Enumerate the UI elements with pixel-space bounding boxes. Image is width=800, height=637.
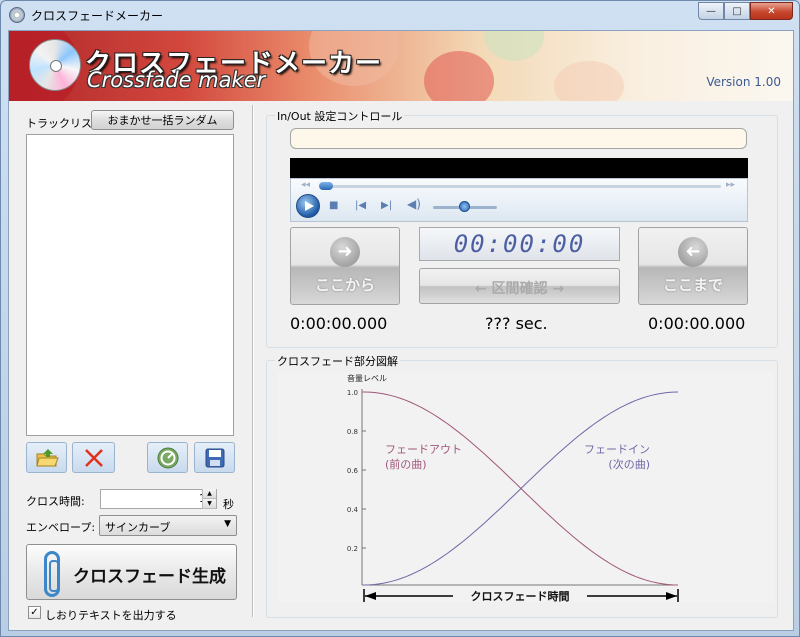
- generate-label: クロスフェード生成: [73, 567, 226, 587]
- arrow-right-icon: [666, 592, 677, 600]
- delete-button[interactable]: [72, 442, 115, 473]
- end-time-label: 0:00:00.000: [648, 314, 746, 333]
- envelope-select[interactable]: サインカーブ ▼: [99, 515, 237, 536]
- version-label: Version 1.00: [706, 75, 781, 89]
- cross-time-stepper[interactable]: ▲ ▼: [202, 489, 216, 509]
- banner: クロスフェードメーカー Crossfade maker Version 1.00: [9, 31, 793, 101]
- diagram-group-title: クロスフェード部分図解: [275, 353, 400, 369]
- refresh-button[interactable]: [147, 442, 188, 473]
- delete-icon: [84, 448, 103, 467]
- save-button[interactable]: [194, 442, 235, 473]
- cross-time-unit: 秒: [223, 498, 234, 511]
- left-panel: トラックリスト: おまかせ一括ランダム クロス時間: ▲ ▼ 秒 エンベロープ:…: [9, 101, 249, 632]
- fadeout-label: フェードアウト: [385, 443, 462, 456]
- player-controls: ◂◂ ▸▸ ■ |◀ ▶| ◀): [290, 178, 748, 222]
- chevron-down-icon: ▼: [224, 519, 231, 529]
- inout-group-title: In/Out 設定コントロール: [275, 108, 405, 124]
- y-tick-label: 0.8: [347, 428, 358, 436]
- x-axis-label: クロスフェード時間: [471, 589, 570, 602]
- inout-group: In/Out 設定コントロール ◂◂ ▸▸ ■ |◀ ▶| ◀) ➜ ここから …: [266, 108, 778, 348]
- diagram-group: クロスフェード部分図解 音量レベル 1.0 0.8 0.6 0.4 0.2 フェ…: [266, 353, 778, 618]
- bookmark-label: しおりテキストを出力する: [45, 609, 177, 622]
- crossfade-diagram: 音量レベル 1.0 0.8 0.6 0.4 0.2 フェードアウト (前の曲) …: [277, 372, 773, 602]
- duration-label: ??? sec.: [485, 314, 548, 333]
- stop-icon[interactable]: ■: [329, 200, 338, 211]
- fadein-sublabel: (次の曲): [608, 457, 650, 471]
- track-list[interactable]: [26, 134, 234, 436]
- cd-logo-icon: [29, 39, 81, 91]
- file-path-field[interactable]: [290, 128, 747, 149]
- minimize-button[interactable]: —: [698, 2, 724, 20]
- seek-knob[interactable]: [319, 182, 333, 190]
- envelope-label: エンベロープ:: [26, 521, 96, 534]
- y-tick-label: 0.6: [347, 467, 359, 475]
- rewind-icon[interactable]: ◂◂: [301, 180, 310, 190]
- set-end-button[interactable]: ➜ ここまで: [638, 227, 748, 305]
- seek-bar[interactable]: [321, 185, 721, 188]
- envelope-value: サインカーブ: [105, 521, 171, 534]
- time-display: 00:00:00: [419, 227, 620, 261]
- stepper-up-icon[interactable]: ▲: [203, 489, 216, 499]
- save-icon: [205, 448, 224, 467]
- banner-title-en: Crossfade maker: [87, 68, 266, 92]
- refresh-icon: [157, 447, 178, 468]
- y-axis-title: 音量レベル: [347, 373, 387, 383]
- random-button[interactable]: おまかせ一括ランダム: [91, 110, 234, 130]
- fadeout-sublabel: (前の曲): [385, 457, 427, 471]
- close-button[interactable]: ✕: [750, 2, 793, 20]
- app-icon: [9, 7, 25, 23]
- title-bar: クロスフェードメーカー — □ ✕: [1, 1, 799, 29]
- arrow-left-icon: ➜: [678, 237, 708, 267]
- volume-icon[interactable]: ◀): [407, 197, 421, 211]
- open-folder-icon: [35, 448, 59, 466]
- panel-divider: [252, 105, 254, 617]
- range-check-button[interactable]: ← 区間確認 →: [419, 268, 620, 304]
- volume-knob[interactable]: [459, 201, 470, 212]
- maximize-button[interactable]: □: [724, 2, 750, 20]
- y-tick-label: 0.2: [347, 545, 358, 553]
- fadein-curve: [363, 391, 679, 586]
- set-start-label: ここから: [314, 276, 375, 294]
- start-time-label: 0:00:00.000: [290, 314, 388, 333]
- arrow-right-icon: ➜: [330, 237, 360, 267]
- bookmark-checkbox[interactable]: ✓: [28, 606, 41, 619]
- client-area: クロスフェードメーカー Crossfade maker Version 1.00…: [8, 30, 794, 631]
- stepper-down-icon[interactable]: ▼: [203, 499, 216, 509]
- next-icon[interactable]: ▶|: [381, 200, 392, 211]
- crossfade-svg: 音量レベル 1.0 0.8 0.6 0.4 0.2 フェードアウト (前の曲) …: [347, 373, 679, 602]
- play-button[interactable]: [296, 194, 320, 218]
- previous-icon[interactable]: |◀: [355, 200, 366, 211]
- window-title: クロスフェードメーカー: [31, 9, 164, 23]
- generate-button[interactable]: クロスフェード生成: [26, 544, 237, 600]
- y-tick-label: 1.0: [347, 389, 358, 397]
- open-button[interactable]: [26, 442, 67, 473]
- arrow-left-icon: [365, 592, 376, 600]
- media-player: ◂◂ ▸▸ ■ |◀ ▶| ◀): [290, 158, 748, 222]
- video-area: [290, 158, 748, 178]
- set-start-button[interactable]: ➜ ここから: [290, 227, 400, 305]
- range-check-label: ← 区間確認 →: [474, 281, 565, 297]
- fadein-label: フェードイン: [584, 443, 650, 456]
- app-window: クロスフェードメーカー — □ ✕ クロスフェードメーカー Crossfade …: [0, 0, 800, 637]
- cross-time-label: クロス時間:: [26, 495, 85, 508]
- set-end-label: ここまで: [662, 276, 723, 294]
- paperclip-icon: [44, 551, 60, 597]
- fast-forward-icon[interactable]: ▸▸: [726, 180, 735, 190]
- y-tick-label: 0.4: [347, 506, 359, 514]
- cross-time-input[interactable]: 10: [100, 489, 217, 509]
